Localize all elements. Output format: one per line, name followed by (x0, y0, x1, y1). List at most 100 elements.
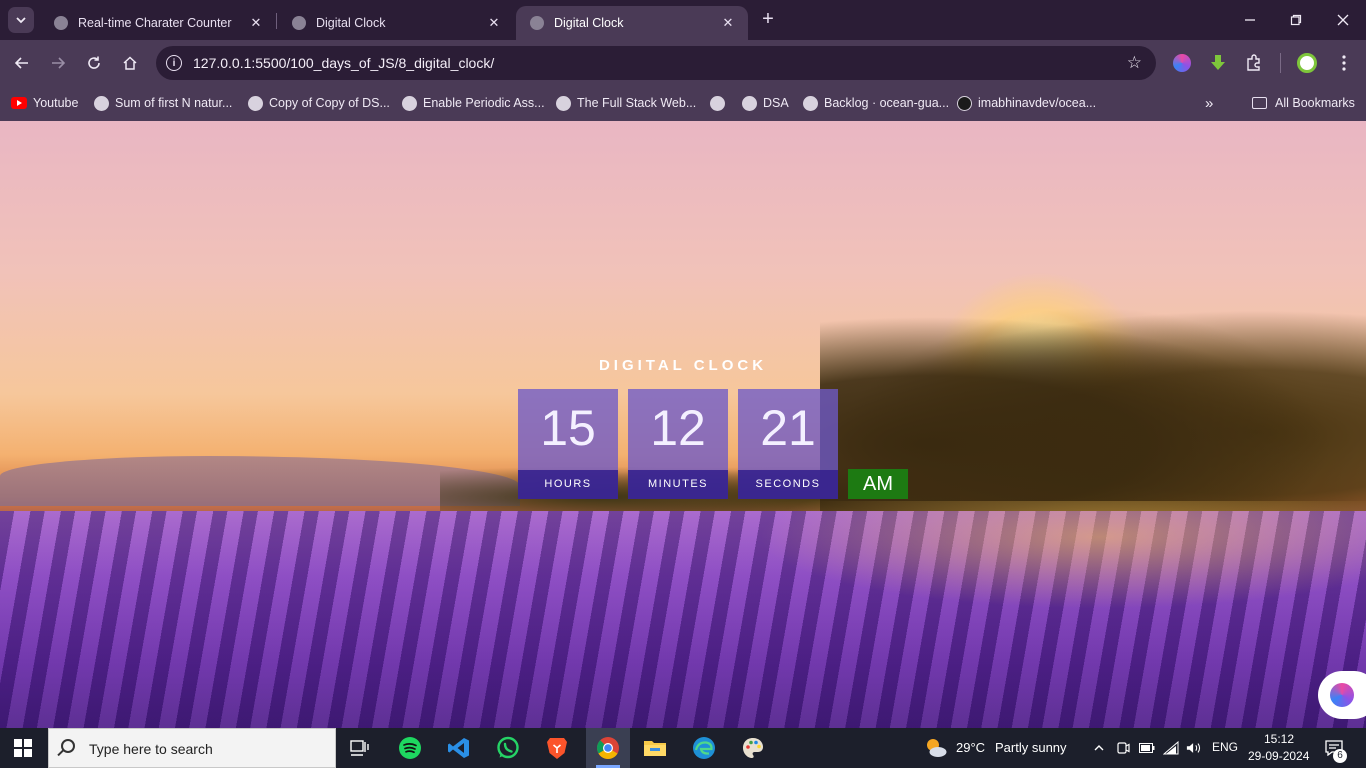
kebab-menu-icon (1342, 55, 1346, 71)
folder-icon (644, 741, 666, 756)
brave-lion-icon (547, 738, 567, 759)
whatsapp-icon (497, 736, 519, 759)
webcam-icon (1117, 742, 1130, 754)
bookmark-youtube[interactable]: Youtube (11, 93, 78, 113)
site-info-icon[interactable]: i (166, 55, 182, 71)
globe-icon (710, 95, 725, 111)
home-icon (123, 56, 137, 70)
battery-icon[interactable] (1139, 740, 1155, 756)
weather-temperature[interactable]: 29°C (956, 740, 985, 755)
bookmark-label: imabhinavdev/ocea... (978, 96, 1097, 110)
bookmark-dsa[interactable]: DSA (742, 93, 789, 113)
floating-extension-button[interactable] (1318, 671, 1366, 719)
globe-icon (402, 95, 417, 111)
task-view-button[interactable] (346, 734, 374, 762)
hours-value: 15 (540, 400, 596, 456)
search-icon (61, 739, 75, 753)
taskbar-search-box[interactable]: Type here to search (48, 728, 336, 768)
bookmark-sum-of-first-n[interactable]: Sum of first N natur... (94, 93, 232, 113)
bookmark-untitled[interactable] (710, 93, 731, 113)
browser-toolbar: i 127.0.0.1:5500/100_days_of_JS/8_digita… (0, 40, 1366, 86)
weather-partly-sunny-icon[interactable] (924, 736, 948, 760)
input-language[interactable]: ENG (1212, 740, 1238, 754)
forward-button[interactable] (46, 51, 70, 75)
all-bookmarks-label: All Bookmarks (1275, 96, 1355, 110)
close-icon[interactable]: ✕ (486, 15, 502, 31)
all-bookmarks-button[interactable]: All Bookmarks (1252, 93, 1355, 113)
wifi-icon[interactable] (1163, 740, 1179, 756)
clock-date[interactable]: 29-09-2024 (1248, 749, 1309, 763)
arrow-left-icon (14, 57, 28, 69)
clock-time[interactable]: 15:12 (1264, 732, 1294, 746)
download-arrow-icon (1211, 55, 1225, 70)
minimize-button[interactable] (1238, 8, 1262, 32)
clock-title: DIGITAL CLOCK (598, 357, 768, 374)
bookmark-full-stack-web[interactable]: The Full Stack Web... (556, 93, 696, 113)
taskbar: Type here to search 29°C Partly sunny EN… (0, 728, 1366, 768)
digital-clock: 15 HOURS 12 MINUTES 21 SECONDS (518, 389, 848, 499)
bookmark-star-icon[interactable]: ☆ (1127, 53, 1142, 73)
toolbar-separator (1280, 53, 1281, 73)
globe-icon (248, 95, 263, 111)
bookmark-enable-periodic[interactable]: Enable Periodic Ass... (402, 93, 545, 113)
tray-overflow-chevron-up-icon[interactable] (1091, 740, 1107, 756)
start-button[interactable] (14, 739, 32, 757)
windows-logo-pane (14, 749, 22, 757)
paint-app-button[interactable] (739, 734, 767, 762)
tab-digital-clock-active[interactable]: Digital Clock ✕ (516, 6, 748, 40)
menu-button[interactable] (1333, 52, 1355, 74)
hours-box: 15 HOURS (518, 389, 618, 499)
vscode-app-button[interactable] (445, 734, 473, 762)
address-bar[interactable]: i 127.0.0.1:5500/100_days_of_JS/8_digita… (156, 46, 1156, 80)
reload-button[interactable] (82, 51, 106, 75)
reload-icon (88, 56, 100, 69)
bookmarks-overflow-button[interactable]: » (1205, 93, 1213, 113)
bookmark-label: The Full Stack Web... (577, 96, 697, 110)
bookmark-copy-of-ds[interactable]: Copy of Copy of DS... (248, 93, 390, 113)
globe-icon (54, 16, 68, 30)
brain-icon (1173, 54, 1191, 72)
tab-character-counter[interactable]: Real-time Charater Counter ✕ (40, 6, 276, 40)
bookmarks-bar: Youtube Sum of first N natur... Copy of … (0, 86, 1366, 121)
close-window-button[interactable] (1331, 8, 1355, 32)
chevron-down-icon (16, 17, 26, 24)
edge-app-button[interactable] (690, 734, 718, 762)
home-button[interactable] (118, 51, 142, 75)
volume-icon[interactable] (1186, 740, 1202, 756)
brain-icon (1330, 683, 1354, 707)
double-chevron-right-icon: » (1205, 94, 1214, 112)
profile-avatar[interactable] (1296, 52, 1318, 74)
restore-button[interactable] (1284, 8, 1308, 32)
bookmark-label: Enable Periodic Ass... (423, 96, 545, 110)
notification-count-badge: 6 (1333, 749, 1347, 763)
battery-status-icon (1139, 743, 1155, 753)
file-explorer-app-button[interactable] (641, 734, 669, 762)
youtube-icon (11, 97, 27, 109)
bookmark-github-repo[interactable]: imabhinavdev/ocea... (957, 93, 1096, 113)
brave-app-button[interactable] (543, 734, 571, 762)
minutes-box: 12 MINUTES (628, 389, 728, 499)
wifi-signal-icon (1163, 741, 1179, 755)
brain-extension-icon[interactable] (1171, 52, 1193, 74)
tab-digital-clock[interactable]: Digital Clock ✕ (278, 6, 514, 40)
new-tab-button[interactable]: + (758, 9, 778, 30)
windows-logo-pane (24, 739, 32, 747)
back-button[interactable] (10, 51, 34, 75)
hours-label: HOURS (518, 470, 618, 499)
extensions-button[interactable] (1243, 52, 1265, 74)
globe-icon (742, 95, 757, 111)
bookmark-backlog[interactable]: Backlog · ocean-gua... (803, 93, 949, 113)
chrome-app-button[interactable] (594, 734, 622, 762)
meet-now-icon[interactable] (1115, 740, 1131, 756)
weather-description[interactable]: Partly sunny (995, 740, 1067, 755)
tab-search-button[interactable] (8, 7, 34, 33)
download-extension-icon[interactable] (1207, 52, 1229, 74)
globe-icon (803, 95, 818, 111)
close-icon[interactable]: ✕ (248, 15, 264, 31)
puzzle-icon (1247, 54, 1260, 71)
spotify-app-button[interactable] (396, 734, 424, 762)
url-text[interactable]: 127.0.0.1:5500/100_days_of_JS/8_digital_… (193, 55, 494, 71)
close-icon[interactable]: ✕ (720, 15, 736, 31)
whatsapp-app-button[interactable] (494, 734, 522, 762)
seconds-box: 21 SECONDS (738, 389, 838, 499)
